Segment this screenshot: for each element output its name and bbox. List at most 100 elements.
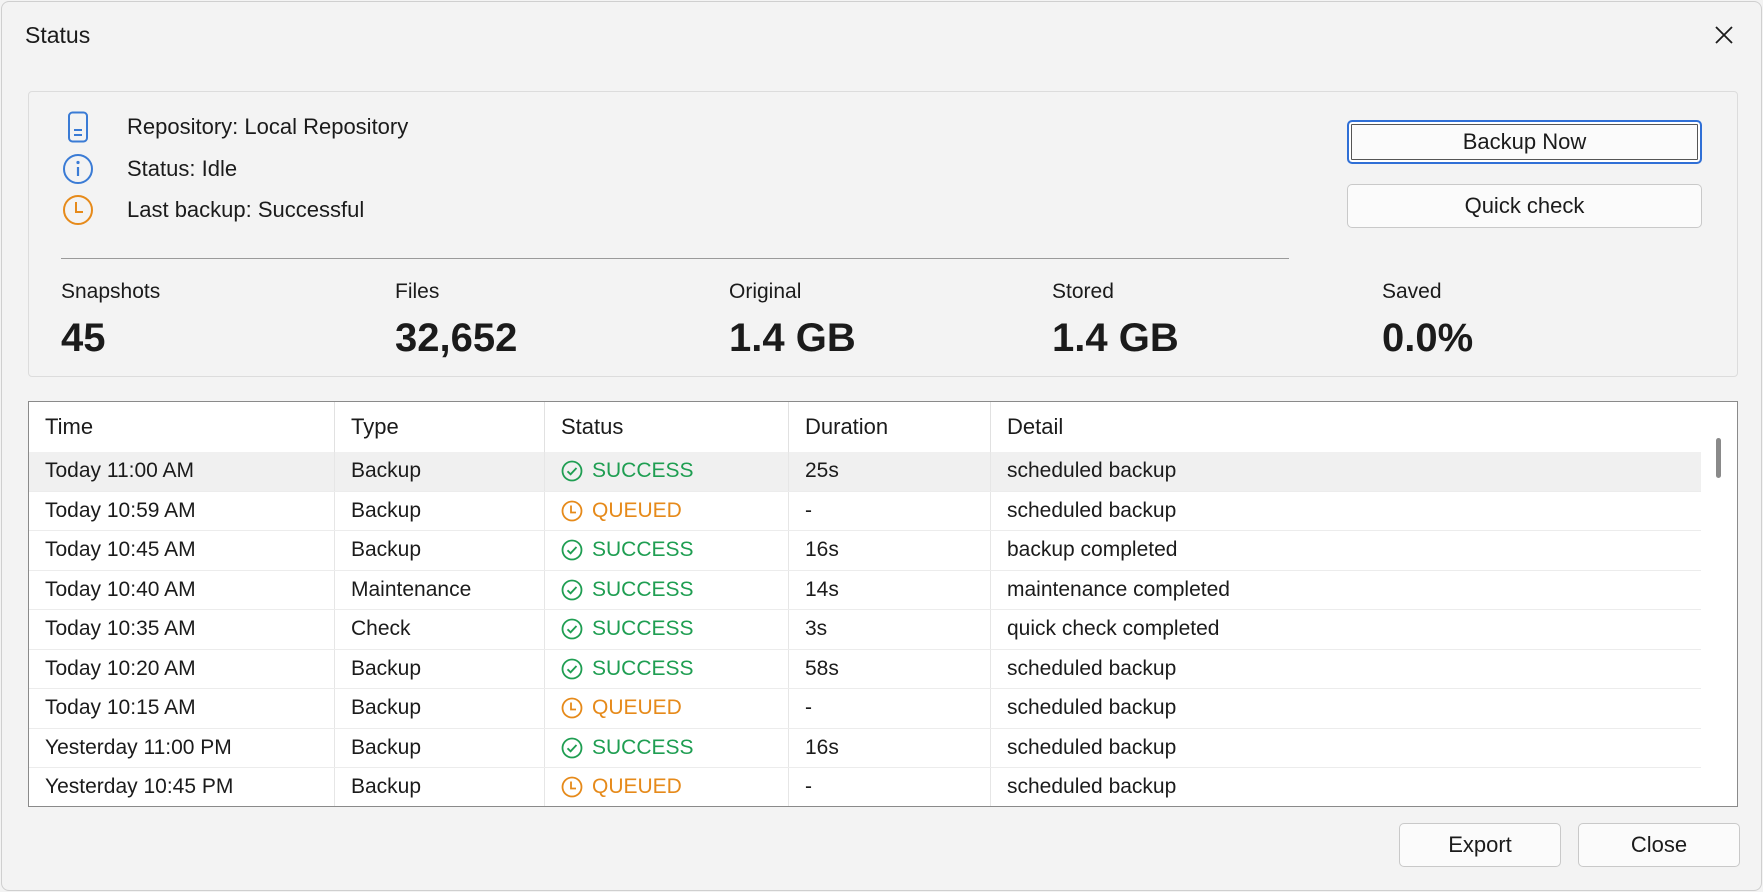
- stat-snapshots: Snapshots 45: [61, 280, 160, 361]
- export-button[interactable]: Export: [1399, 823, 1561, 867]
- clock-icon: [561, 500, 583, 522]
- cell-detail: scheduled backup: [1007, 459, 1177, 483]
- cell-time: Today 10:15 AM: [29, 689, 335, 728]
- check-circle-icon: [561, 618, 583, 640]
- cell-detail: quick check completed: [1007, 617, 1220, 641]
- status-text: SUCCESS: [592, 459, 694, 483]
- cell-time: Today 10:40 AM: [29, 570, 335, 609]
- cell-status: SUCCESS: [545, 610, 789, 649]
- status-indicator: SUCCESS: [561, 578, 694, 602]
- cell-duration: 14s: [789, 570, 991, 609]
- phone-icon: [61, 110, 95, 144]
- backup-now-button[interactable]: Backup Now: [1347, 120, 1702, 164]
- history-table: Time Type Status Duration Detail Today 1…: [28, 401, 1738, 807]
- status-text: SUCCESS: [592, 577, 694, 601]
- status-text: QUEUED: [592, 498, 682, 522]
- column-header-time[interactable]: Time: [29, 402, 335, 452]
- cell-detail: scheduled backup: [1007, 498, 1177, 522]
- stat-label: Stored: [1052, 280, 1114, 303]
- cell-type: Backup: [335, 768, 545, 806]
- close-button[interactable]: Close: [1578, 823, 1740, 867]
- table-body: Today 11:00 AM Backup SUCCESS 25s scheduled …: [29, 452, 1701, 806]
- column-header-status[interactable]: Status: [545, 402, 789, 452]
- status-indicator: SUCCESS: [561, 459, 694, 483]
- column-header-detail[interactable]: Detail: [991, 402, 1701, 452]
- title-bar: Status: [2, 2, 1761, 66]
- cell-type: Check: [335, 610, 545, 649]
- window-title: Status: [25, 22, 91, 48]
- table-row[interactable]: Today 10:35 AM Check SUCCESS 3s quick check …: [29, 610, 1701, 650]
- stat-files: Files 32,652: [395, 280, 517, 361]
- cell-status: SUCCESS: [545, 531, 789, 570]
- clock-icon: [561, 776, 583, 798]
- cell-type: Backup: [335, 531, 545, 570]
- summary-panel: Repository: Local Repository Status: Idl…: [28, 91, 1738, 377]
- table-row[interactable]: Today 10:20 AM Backup SUCCESS 58s scheduled …: [29, 649, 1701, 689]
- status-text: SUCCESS: [592, 538, 694, 562]
- cell-status: QUEUED: [545, 491, 789, 530]
- clock-icon: [61, 193, 95, 227]
- status-text: SUCCESS: [592, 735, 694, 759]
- check-circle-icon: [561, 579, 583, 601]
- stat-saved: Saved 0.0%: [1382, 280, 1473, 361]
- status-dialog: Status Repository: Local Repository Stat…: [1, 1, 1762, 891]
- cell-time: Today 11:00 AM: [29, 452, 335, 491]
- stat-value: 0.0%: [1382, 316, 1474, 360]
- status-indicator: SUCCESS: [561, 538, 694, 562]
- table-row[interactable]: Today 11:00 AM Backup SUCCESS 25s scheduled …: [29, 452, 1701, 492]
- status-indicator: SUCCESS: [561, 736, 694, 760]
- table-row[interactable]: Today 10:45 AM Backup SUCCESS 16s backup com…: [29, 531, 1701, 571]
- cell-detail: backup completed: [1007, 538, 1178, 562]
- cell-duration: 16s: [789, 531, 991, 570]
- repository-label: Repository: Local Repository: [127, 114, 409, 139]
- cell-detail: scheduled backup: [1007, 656, 1177, 680]
- quick-check-button[interactable]: Quick check: [1347, 184, 1702, 228]
- status-text: QUEUED: [592, 775, 682, 799]
- cell-type: Maintenance: [335, 570, 545, 609]
- table-row[interactable]: Today 10:59 AM Backup QUEUED - scheduled bac…: [29, 491, 1701, 531]
- stat-label: Original: [729, 280, 802, 303]
- table-row[interactable]: Today 10:40 AM Maintenance SUCCESS 14s maint…: [29, 570, 1701, 610]
- cell-duration: -: [789, 491, 991, 530]
- cell-type: Backup: [335, 689, 545, 728]
- status-indicator: QUEUED: [561, 499, 682, 523]
- cell-time: Today 10:20 AM: [29, 649, 335, 688]
- table-header: Time Type Status Duration Detail: [29, 402, 1701, 452]
- cell-status: SUCCESS: [545, 728, 789, 767]
- cell-detail: scheduled backup: [1007, 775, 1177, 799]
- cell-type: Backup: [335, 491, 545, 530]
- scrollbar-thumb[interactable]: [1716, 438, 1721, 478]
- cell-time: Today 10:59 AM: [29, 491, 335, 530]
- table-row[interactable]: Yesterday 11:00 PM Backup SUCCESS 16s schedu…: [29, 728, 1701, 768]
- status-label: Status: Idle: [127, 156, 238, 181]
- cell-detail: maintenance completed: [1007, 577, 1230, 601]
- vertical-scrollbar[interactable]: [1701, 402, 1737, 806]
- table-row[interactable]: Today 10:15 AM Backup QUEUED - scheduled bac…: [29, 689, 1701, 729]
- stat-stored: Stored 1.4 GB: [1052, 280, 1179, 361]
- cell-status: SUCCESS: [545, 452, 789, 491]
- column-header-duration[interactable]: Duration: [789, 402, 991, 452]
- status-row: Status: Idle: [61, 151, 237, 187]
- check-circle-icon: [561, 460, 583, 482]
- table-row[interactable]: Yesterday 10:45 PM Backup QUEUED - scheduled…: [29, 768, 1701, 806]
- status-text: SUCCESS: [592, 656, 694, 680]
- cell-status: SUCCESS: [545, 649, 789, 688]
- summary-divider: [61, 258, 1289, 259]
- cell-duration: -: [789, 768, 991, 806]
- cell-duration: 16s: [789, 728, 991, 767]
- cell-type: Backup: [335, 649, 545, 688]
- cell-detail: scheduled backup: [1007, 696, 1177, 720]
- cell-time: Today 10:35 AM: [29, 610, 335, 649]
- cell-time: Yesterday 10:45 PM: [29, 768, 335, 806]
- check-circle-icon: [561, 658, 583, 680]
- close-icon[interactable]: [1703, 14, 1745, 56]
- cell-duration: -: [789, 689, 991, 728]
- stat-label: Files: [395, 280, 440, 303]
- cell-type: Backup: [335, 452, 545, 491]
- last-backup-label: Last backup: Successful: [127, 197, 365, 222]
- column-header-type[interactable]: Type: [335, 402, 545, 452]
- cell-type: Backup: [335, 728, 545, 767]
- last-backup-row: Last backup: Successful: [61, 192, 364, 228]
- check-circle-icon: [561, 737, 583, 759]
- cell-status: QUEUED: [545, 768, 789, 806]
